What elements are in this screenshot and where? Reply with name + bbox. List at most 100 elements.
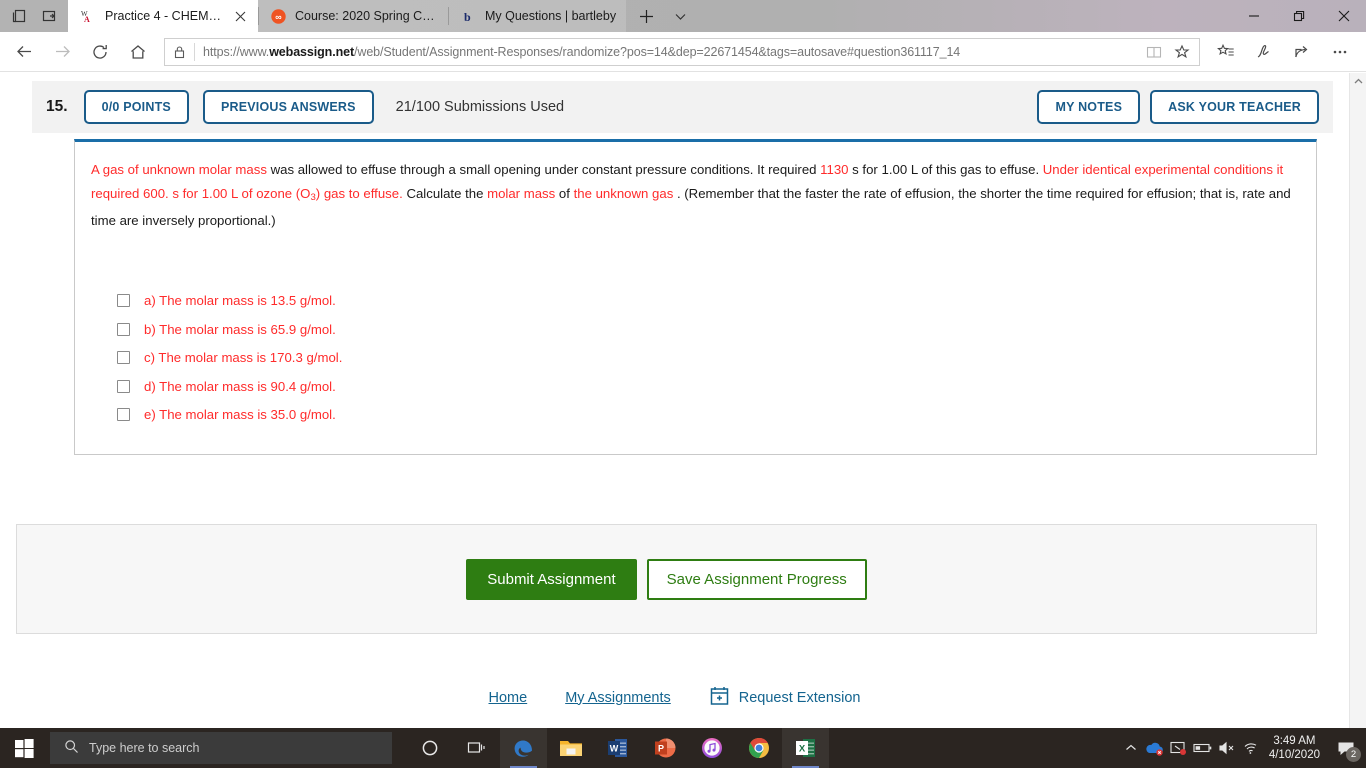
back-arrow-icon[interactable] [6, 35, 42, 69]
answer-choice-2[interactable]: c) The molar mass is 170.3 g/mol. [117, 344, 1302, 373]
powerpoint-icon[interactable]: P [641, 728, 688, 768]
page-footer: Home My Assignments Request Extension [0, 685, 1349, 710]
submit-assignment-button[interactable]: Submit Assignment [466, 558, 637, 600]
answer-choice-label: e) The molar mass is 35.0 g/mol. [144, 407, 336, 423]
set-tabs-aside-icon[interactable] [4, 0, 34, 32]
question-text-run-1: was allowed to effuse through a small op… [266, 162, 821, 177]
window-controls [1231, 0, 1366, 32]
excel-icon[interactable]: X [782, 728, 829, 768]
refresh-icon[interactable] [82, 35, 118, 69]
address-bar[interactable]: https://www.webassign.net/web/Student/As… [164, 37, 1200, 66]
file-explorer-icon[interactable] [547, 728, 594, 768]
footer-link-home[interactable]: Home [489, 690, 528, 706]
page-scrollbar[interactable] [1349, 73, 1366, 728]
answer-choices: a) The molar mass is 13.5 g/mol. b) The m… [117, 287, 1302, 430]
browser-tab-1[interactable]: W A Practice 4 - CHEM 1201 [68, 0, 258, 32]
cortana-circle-icon[interactable] [406, 728, 453, 768]
svg-text:b: b [464, 10, 471, 24]
web-notes-icon[interactable] [1246, 35, 1282, 69]
question-header: 15. 0/0 POINTS PREVIOUS ANSWERS 21/100 S… [32, 81, 1333, 133]
answer-choice-label: c) The molar mass is 170.3 g/mol. [144, 350, 343, 366]
answer-checkbox-2[interactable] [117, 351, 130, 365]
more-settings-icon[interactable] [1322, 35, 1358, 69]
svg-text:A: A [84, 15, 90, 24]
browser-tab-3[interactable]: b My Questions | bartleby [448, 0, 627, 32]
url-path: /web/Student/Assignment-Responses/random… [354, 44, 961, 59]
browser-titlebar: W A Practice 4 - CHEM 1201 ∞ Course: [0, 0, 1366, 32]
system-tray: 3:49 AM 4/10/2020 2 [1119, 728, 1366, 768]
close-button[interactable] [1321, 0, 1366, 32]
reading-view-icon[interactable] [1141, 39, 1167, 65]
lock-icon [173, 45, 186, 59]
answer-checkbox-1[interactable] [117, 322, 130, 336]
answer-choice-0[interactable]: a) The molar mass is 13.5 g/mol. [117, 287, 1302, 316]
windows-start-icon[interactable] [0, 728, 48, 768]
tabs-you-set-aside-icon[interactable] [34, 0, 64, 32]
svg-text:W: W [609, 744, 618, 754]
action-center-icon[interactable]: 2 [1328, 728, 1364, 768]
question-text-run-8: molar mass [487, 185, 556, 201]
question-header-actions: MY NOTES ASK YOUR TEACHER [1037, 90, 1319, 124]
scroll-up-arrow-icon[interactable] [1350, 73, 1366, 90]
task-view-icon[interactable] [453, 728, 500, 768]
battery-icon[interactable] [1191, 728, 1215, 768]
question-panel: A gas of unknown molar mass was allowed … [74, 139, 1317, 455]
chevron-down-icon[interactable] [666, 1, 694, 31]
ask-your-teacher-button[interactable]: ASK YOUR TEACHER [1150, 90, 1319, 124]
answer-choice-label: a) The molar mass is 13.5 g/mol. [144, 293, 336, 309]
my-notes-button[interactable]: MY NOTES [1037, 90, 1141, 124]
minimize-button[interactable] [1231, 0, 1276, 32]
close-icon[interactable] [232, 8, 248, 24]
search-placeholder: Type here to search [89, 741, 200, 755]
question-text-run-2: 1130 [820, 162, 849, 177]
footer-link-my-assignments[interactable]: My Assignments [565, 690, 671, 706]
previous-answers-button[interactable]: PREVIOUS ANSWERS [202, 90, 374, 124]
favorites-list-icon[interactable] [1208, 35, 1244, 69]
browser-window: W A Practice 4 - CHEM 1201 ∞ Course: [0, 0, 1366, 728]
answer-checkbox-3[interactable] [117, 379, 130, 393]
taskbar-apps: W P X [500, 728, 829, 768]
taskbar-clock[interactable]: 3:49 AM 4/10/2020 [1263, 734, 1328, 762]
clock-time: 3:49 AM [1273, 735, 1316, 747]
screen-share-icon[interactable] [1167, 728, 1191, 768]
wifi-icon[interactable] [1239, 728, 1263, 768]
favorites-star-icon[interactable] [1169, 39, 1195, 65]
browser-navigation-bar: https://www.webassign.net/web/Student/As… [0, 32, 1366, 72]
notification-badge: 2 [1346, 747, 1361, 762]
volume-muted-icon[interactable] [1215, 728, 1239, 768]
answer-checkbox-0[interactable] [117, 294, 130, 308]
home-icon[interactable] [120, 35, 156, 69]
answer-choice-1[interactable]: b) The molar mass is 65.9 g/mol. [117, 315, 1302, 344]
windows-taskbar: Type here to search W P X 3:49 AM 4/10/2… [0, 728, 1366, 768]
question-text-run-9: of [555, 185, 574, 201]
show-hidden-icons-icon[interactable] [1119, 728, 1143, 768]
tab-title: Course: 2020 Spring CHEM [295, 9, 438, 23]
chrome-icon[interactable] [735, 728, 782, 768]
answer-checkbox-4[interactable] [117, 408, 130, 422]
edge-icon[interactable] [500, 728, 547, 768]
forward-arrow-icon[interactable] [44, 35, 80, 69]
itunes-icon[interactable] [688, 728, 735, 768]
svg-text:X: X [798, 744, 805, 755]
question-text-run-3: s for 1.00 L of this gas to effuse. [848, 162, 1043, 177]
search-input[interactable]: Type here to search [50, 732, 392, 764]
onedrive-error-icon[interactable] [1143, 728, 1167, 768]
new-tab-button[interactable] [632, 1, 660, 31]
url-text: https://www.webassign.net/web/Student/As… [203, 45, 1133, 59]
question-number: 15. [46, 98, 68, 115]
bartleby-icon: b [460, 8, 476, 24]
calendar-plus-icon [709, 685, 730, 710]
answer-choice-3[interactable]: d) The molar mass is 90.4 g/mol. [117, 372, 1302, 401]
question-text: A gas of unknown molar mass was allowed … [89, 158, 1302, 233]
share-icon[interactable] [1284, 35, 1320, 69]
svg-text:∞: ∞ [275, 12, 282, 22]
save-assignment-progress-button[interactable]: Save Assignment Progress [646, 558, 867, 600]
restore-button[interactable] [1276, 0, 1321, 32]
browser-tab-2[interactable]: ∞ Course: 2020 Spring CHEM [258, 0, 448, 32]
word-icon[interactable]: W [594, 728, 641, 768]
page-viewport: 15. 0/0 POINTS PREVIOUS ANSWERS 21/100 S… [0, 73, 1366, 728]
question-text-run-7: Calculate the [402, 185, 488, 201]
points-badge[interactable]: 0/0 POINTS [83, 90, 189, 124]
answer-choice-4[interactable]: e) The molar mass is 35.0 g/mol. [117, 401, 1302, 430]
footer-link-request-extension[interactable]: Request Extension [709, 685, 860, 710]
